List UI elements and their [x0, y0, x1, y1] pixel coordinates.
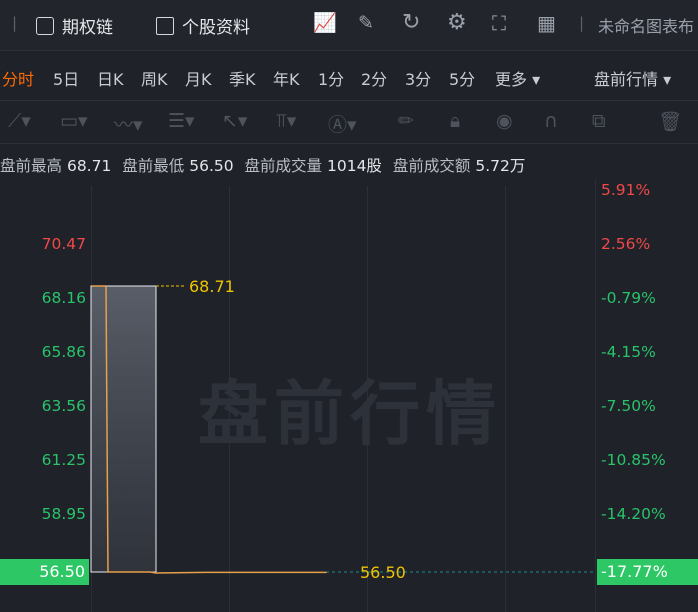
- premarket-high-value: 68.71: [66, 157, 112, 175]
- period-tab[interactable]: 2分: [361, 66, 387, 90]
- period-tab[interactable]: 年K: [273, 66, 300, 90]
- toolbar-divider: |: [12, 14, 18, 32]
- percent-tick: -4.15%: [601, 343, 656, 361]
- price-tick: 61.25: [41, 451, 86, 469]
- period-tab[interactable]: 1分: [318, 66, 344, 90]
- low-annotation: 56.50: [360, 563, 406, 582]
- premarket-low-value: 56.50: [189, 157, 234, 175]
- percent-tick: -7.50%: [601, 397, 656, 415]
- premarket-amount-label: 盘前成交额: [392, 157, 471, 175]
- period-selector: 分时 5日 日K 周K 月K 季K 年K 1分 2分 3分 5分 更多 ▾ 盘前…: [0, 51, 698, 99]
- price-tick: 65.86: [41, 343, 86, 361]
- arrow-tool-icon[interactable]: ↖▾: [222, 110, 247, 132]
- grid-line: [91, 186, 92, 612]
- axis-separator: [595, 180, 596, 612]
- period-tab[interactable]: 周K: [141, 66, 168, 90]
- high-annotation: 68.71: [189, 277, 235, 296]
- chart-box-icon: [36, 16, 54, 35]
- grid-line: [505, 186, 506, 612]
- wave-tool-icon[interactable]: 〰▾: [114, 110, 143, 137]
- price-tick: 70.47: [41, 235, 86, 253]
- measure-tool-icon[interactable]: ⫪▾: [276, 110, 296, 132]
- period-tab[interactable]: 5分: [449, 66, 475, 90]
- magnet-icon[interactable]: ∩: [544, 110, 558, 132]
- layers-icon[interactable]: ⧉: [592, 110, 606, 132]
- period-tab[interactable]: 季K: [229, 66, 256, 90]
- stock-info-label: 个股资料: [182, 18, 250, 38]
- current-price-badge: 56.50: [0, 559, 89, 585]
- option-chain-label: 期权链: [62, 18, 113, 38]
- current-percent-badge: -17.77%: [597, 559, 698, 585]
- trash-icon[interactable]: 🗑︎: [658, 110, 682, 133]
- period-tab[interactable]: 3分: [405, 66, 431, 90]
- drawing-toolbar: ⟋▾ ▭▾ 〰▾ ☰▾ ↖▾ ⫪▾ Ⓐ▾ ✏ 🔒︎ ◉ ∩ ⧉ 🗑︎: [0, 100, 698, 144]
- rectangle-tool-icon[interactable]: ▭▾: [60, 110, 88, 132]
- fib-tool-icon[interactable]: ☰▾: [168, 110, 195, 132]
- chart-layout-name[interactable]: 未命名图表布: [598, 13, 694, 37]
- percent-tick: -10.85%: [601, 451, 666, 469]
- option-chain-button[interactable]: 期权链: [36, 13, 113, 38]
- premarket-stats: 盘前最高 68.71 盘前最低 56.50 盘前成交量 1014股 盘前成交额 …: [0, 154, 531, 176]
- period-tab[interactable]: 5日: [53, 66, 79, 90]
- percent-tick: -0.79%: [601, 289, 656, 307]
- premarket-amount-value: 5.72万: [475, 157, 526, 175]
- more-periods-dropdown[interactable]: 更多 ▾: [495, 66, 540, 90]
- settings-icon[interactable]: ⚙: [447, 12, 467, 34]
- layout-grid-icon[interactable]: ▦: [537, 12, 556, 34]
- period-tab[interactable]: 分时: [2, 66, 34, 90]
- stock-info-button[interactable]: 个股资料: [156, 13, 250, 38]
- toolbar-divider: |: [579, 14, 585, 32]
- top-toolbar: | 期权链 个股资料 📈 ✎ ↻ ⚙ ⛶ ▦ | 未命名图表布: [0, 0, 698, 51]
- premarket-low-label: 盘前最低: [122, 157, 185, 175]
- period-tab[interactable]: 日K: [97, 66, 124, 90]
- premarket-volume-label: 盘前成交量: [244, 157, 323, 175]
- percent-tick: 5.91%: [601, 181, 651, 199]
- premarket-volume-value: 1014股: [326, 157, 382, 175]
- price-tick: 68.16: [41, 289, 86, 307]
- session-selector[interactable]: 盘前行情 ▾: [594, 66, 671, 90]
- text-tool-icon[interactable]: Ⓐ▾: [328, 110, 357, 137]
- percent-tick: -14.20%: [601, 505, 666, 523]
- price-tick: 58.95: [41, 505, 86, 523]
- document-icon: [156, 16, 174, 35]
- percent-tick: 2.56%: [601, 235, 651, 253]
- refresh-icon[interactable]: ↻: [402, 12, 420, 34]
- volume-spike-bar: [90, 285, 157, 573]
- indicator-chart-icon[interactable]: 📈: [313, 12, 337, 34]
- eye-icon[interactable]: ◉: [496, 110, 513, 132]
- lock-icon[interactable]: 🔒︎: [450, 110, 460, 132]
- watermark: 盘前行情: [198, 373, 502, 455]
- fullscreen-icon[interactable]: ⛶: [492, 12, 506, 34]
- edit-icon[interactable]: ✎: [358, 12, 374, 34]
- period-tab[interactable]: 月K: [185, 66, 212, 90]
- price-tick: 63.56: [41, 397, 86, 415]
- pen-tool-icon[interactable]: ✏: [398, 110, 414, 132]
- trend-line-tool-icon[interactable]: ⟋▾: [8, 110, 31, 132]
- premarket-high-label: 盘前最高: [0, 157, 63, 175]
